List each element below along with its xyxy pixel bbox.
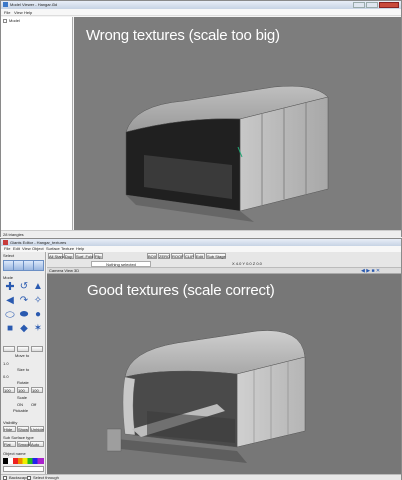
top-window: Model Viewer - Hangar.i3d File View Help…	[0, 0, 402, 237]
rotate-label: Rotate	[17, 380, 29, 385]
top-window-title: Model Viewer - Hangar.i3d	[10, 2, 58, 7]
scale-x-field[interactable]: 100	[3, 387, 15, 393]
menu-view-2[interactable]: View	[22, 246, 31, 251]
main-toolbar: All Stand Dup Surf. Fold Flip BOX ZERO R…	[47, 252, 401, 268]
tab-edit[interactable]: Edit	[195, 253, 205, 259]
visibility-title: Visibility	[3, 420, 18, 425]
bottom-window-title: Giants Editor - Hangar_textures	[10, 240, 67, 245]
tree-expand-icon[interactable]	[3, 19, 7, 23]
scene-tree[interactable]: Model	[1, 17, 73, 230]
ellipse-tool-icon[interactable]: ⬭	[4, 309, 16, 321]
move-y-field[interactable]	[17, 346, 29, 352]
size-value[interactable]: 1.0	[3, 361, 9, 366]
select-through-checkbox[interactable]	[27, 476, 31, 480]
hangar-model-good	[107, 330, 306, 463]
bottom-viewport-caption: Good textures (scale correct)	[87, 282, 275, 299]
warp-tool-icon[interactable]: ✧	[32, 295, 44, 307]
mode-tools: ✚ ↺ ▲ ◀ ↷ ✧ ⬭ ⬬ ● ■ ◆ ✶	[4, 281, 44, 339]
backscape-checkbox[interactable]	[3, 476, 7, 480]
tab-zero[interactable]: ZERO	[158, 253, 170, 259]
move-tool-icon[interactable]: ✚	[4, 281, 16, 293]
extrude-tool-icon[interactable]: ◀	[4, 295, 16, 307]
menu-edit[interactable]: Edit	[13, 246, 20, 251]
menu-file-2[interactable]: File	[4, 246, 10, 251]
object-name-title: Object name	[3, 451, 26, 456]
tab-roof[interactable]: ROOF	[171, 253, 184, 259]
tree-root-item[interactable]: Model	[9, 18, 20, 23]
rotate-value[interactable]: 0.0	[3, 374, 9, 379]
bottom-statusbar: Backscape Select through	[1, 474, 401, 480]
scale-tool-icon[interactable]: ▲	[32, 281, 44, 293]
top-menubar: File View Help	[1, 9, 401, 16]
sub-surface-title: Sub Surface type	[3, 435, 34, 440]
light-tool-icon[interactable]: ✶	[32, 323, 44, 335]
cube-tool-icon[interactable]: ■	[4, 323, 16, 335]
bottom-viewport[interactable]: Good textures (scale correct)	[47, 274, 401, 474]
top-statusbar: 28 triangles	[1, 230, 401, 237]
menu-file[interactable]: File	[4, 10, 10, 15]
tab-sub-stage[interactable]: Sub Stage	[206, 253, 226, 259]
select-vertex-tool[interactable]	[33, 260, 44, 271]
object-name-input[interactable]	[3, 466, 44, 472]
pickable-label: Pickable	[13, 408, 29, 413]
select-through-label: Select through	[33, 475, 59, 480]
tab-flip[interactable]: Flip	[94, 253, 103, 259]
flat-button[interactable]: Flat	[3, 441, 16, 447]
rotate-tool-icon[interactable]: ↺	[18, 281, 30, 293]
sphere-tool-icon[interactable]: ●	[32, 309, 44, 321]
top-viewport[interactable]: Wrong textures (scale too big)	[74, 17, 401, 230]
bend-tool-icon[interactable]: ↷	[18, 295, 30, 307]
menu-help-2[interactable]: Help	[76, 246, 84, 251]
option-off-radio[interactable]: Off	[31, 402, 36, 407]
select-label: Select	[3, 253, 15, 258]
size-label: Size to	[17, 367, 30, 372]
mode-label: Mode	[3, 275, 14, 280]
hide-button[interactable]: Hide	[3, 426, 16, 432]
app-icon	[3, 2, 8, 7]
unhide-button[interactable]: Unhide	[30, 426, 44, 432]
cylinder-tool-icon[interactable]: ⬬	[18, 309, 30, 321]
coords-readout: X 4.0 Y 0.0 Z 0.0	[232, 261, 262, 266]
scale-z-field[interactable]: 100	[31, 387, 43, 393]
close-icon[interactable]	[379, 2, 399, 8]
tab-box[interactable]: BOX	[147, 253, 157, 259]
bottom-titlebar: Giants Editor - Hangar_textures	[1, 239, 401, 246]
menu-texture[interactable]: Texture	[61, 246, 74, 251]
minimize-icon[interactable]	[353, 2, 365, 8]
transform-fields: Move to 1.0 Size to 0.0 Rotate 100 100 1…	[3, 346, 44, 414]
show-button[interactable]: Show	[17, 426, 29, 432]
smooth-button[interactable]: Smooth	[17, 441, 32, 447]
status-field: Nothing selected	[91, 261, 151, 267]
toolbar-tab-row: All Stand Dup Surf. Fold Flip BOX ZERO R…	[47, 253, 401, 260]
menu-help[interactable]: Help	[24, 10, 32, 15]
bottom-window: Giants Editor - Hangar_textures File Edi…	[0, 238, 402, 480]
move-label: Move to	[15, 353, 30, 358]
maximize-icon[interactable]	[366, 2, 378, 8]
top-status-text: 28 triangles	[3, 232, 24, 237]
move-x-field[interactable]	[3, 346, 15, 352]
auto-button[interactable]: Auto	[30, 441, 44, 447]
menu-object[interactable]: Object	[32, 246, 44, 251]
cone-tool-icon[interactable]: ◆	[18, 323, 30, 335]
hangar-model-wrong	[125, 85, 329, 222]
tool-panel: Select Mode ✚ ↺ ▲ ◀ ↷ ✧ ⬭ ⬬ ● ■ ◆ ✶ Move…	[1, 252, 46, 474]
menu-surface[interactable]: Surface	[46, 246, 60, 251]
top-titlebar: Model Viewer - Hangar.i3d	[1, 1, 401, 9]
select-tools	[3, 259, 44, 273]
tab-dup[interactable]: Dup	[64, 253, 74, 259]
move-z-field[interactable]	[31, 346, 43, 352]
tab-clip[interactable]: CLIP	[184, 253, 194, 259]
option-on-radio[interactable]: ON	[17, 402, 23, 407]
editor-app-icon	[3, 240, 8, 245]
scale-y-field[interactable]: 100	[17, 387, 29, 393]
menu-view[interactable]: View	[14, 10, 23, 15]
tab-surf-fold[interactable]: Surf. Fold	[75, 253, 93, 259]
top-viewport-caption: Wrong textures (scale too big)	[86, 27, 280, 44]
tab-all-stand[interactable]: All Stand	[48, 253, 65, 259]
color-palette[interactable]	[3, 458, 44, 464]
scale-label: Scale	[17, 395, 28, 400]
viewport-header-label: Camera View 3D	[49, 268, 80, 273]
backscape-label: Backscape	[9, 475, 29, 480]
